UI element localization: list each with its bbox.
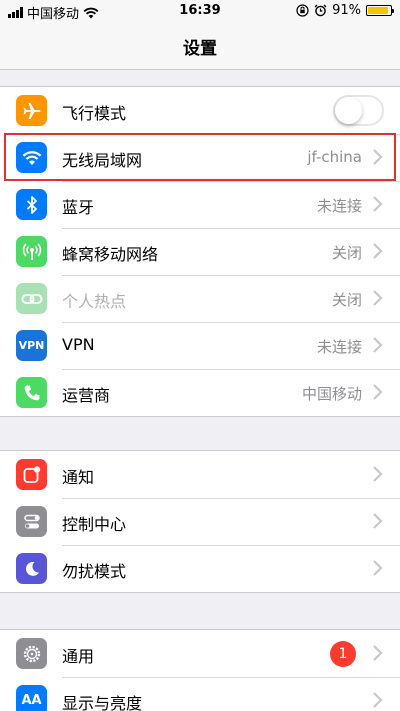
settings-row-label: 飞行模式 [62,104,127,123]
battery-level-fill [368,7,388,14]
settings-row-label: 控制中心 [62,515,127,534]
chevron-right-icon [373,149,383,165]
settings-row-value: 关闭 [331,291,362,309]
chevron-right-icon [373,466,383,482]
settings-row-carrier[interactable]: 运营商 中国移动 [0,369,400,416]
navigation-bar: 设置 [0,22,400,70]
chevron-right-icon [373,645,383,661]
settings-row-label: 蜂窝移动网络 [62,245,159,264]
orientation-lock-icon [296,4,309,17]
cellular-antenna-icon [16,236,47,267]
settings-row-bluetooth[interactable]: 蓝牙 未连接 [0,181,400,228]
battery-percent: 91% [332,3,361,18]
notifications-group: 通知 控制中心 勿扰模式 [0,450,400,593]
settings-row-label: VPN [62,335,95,354]
general-group: 通用 1 AA 显示与亮度 [0,629,400,711]
airplane-mode-toggle[interactable] [333,95,384,126]
settings-row-airplane-mode[interactable]: 飞行模式 [0,87,400,134]
notification-badge: 1 [330,641,356,667]
settings-row-label: 个人热点 [62,292,127,311]
settings-row-cellular[interactable]: 蜂窝移动网络 关闭 [0,228,400,275]
airplane-icon [16,95,47,126]
chevron-right-icon [373,384,383,400]
display-brightness-icon: AA [16,685,47,711]
chevron-right-icon [373,290,383,306]
chevron-right-icon [373,337,383,353]
settings-row-value: 未连接 [316,197,362,215]
settings-row-vpn[interactable]: VPN VPN 未连接 [0,322,400,369]
vpn-icon: VPN [16,330,47,361]
chevron-right-icon [373,243,383,259]
settings-row-do-not-disturb[interactable]: 勿扰模式 [0,545,400,592]
gear-icon [16,638,47,669]
connectivity-group: 飞行模式 无线局域网 jf-china 蓝牙 未连接 蜂窝移动网络 关闭 个人热… [0,86,400,417]
settings-screen: 中国移动 16:39 91% 设置 飞行模式 无线局域网 jf-china 蓝牙… [0,0,400,711]
settings-row-wlan[interactable]: 无线局域网 jf-china [0,134,400,181]
settings-row-value: jf-china [307,148,362,166]
control-center-icon [16,506,47,537]
settings-row-label: 通知 [62,468,95,487]
status-right: 91% [296,3,394,18]
alarm-icon [314,4,327,17]
notifications-icon [16,459,47,490]
chevron-right-icon [373,513,383,529]
chevron-right-icon [373,196,383,212]
settings-row-display-brightness[interactable]: AA 显示与亮度 [0,677,400,711]
phone-icon [16,377,47,408]
battery-icon [366,5,394,16]
page-title: 设置 [183,39,217,59]
moon-icon [16,553,47,584]
settings-row-label: 显示与亮度 [62,694,143,711]
toggle-knob [335,97,362,124]
settings-row-label: 运营商 [62,386,111,405]
status-bar: 中国移动 16:39 91% [0,0,400,22]
wifi-icon [16,142,47,173]
chevron-right-icon [373,692,383,708]
settings-row-label: 勿扰模式 [62,562,127,581]
settings-row-label: 蓝牙 [62,198,95,217]
settings-row-label: 无线局域网 [62,151,143,170]
settings-row-control-center[interactable]: 控制中心 [0,498,400,545]
settings-row-personal-hotspot[interactable]: 个人热点 关闭 [0,275,400,322]
bluetooth-icon [16,189,47,220]
settings-row-label: 通用 [62,647,95,666]
chevron-right-icon [373,560,383,576]
settings-row-value: 中国移动 [301,385,362,403]
settings-row-value: 未连接 [316,338,362,356]
settings-row-notifications[interactable]: 通知 [0,451,400,498]
settings-row-general[interactable]: 通用 1 [0,630,400,677]
hotspot-link-icon [16,283,47,314]
settings-row-value: 关闭 [331,244,362,262]
